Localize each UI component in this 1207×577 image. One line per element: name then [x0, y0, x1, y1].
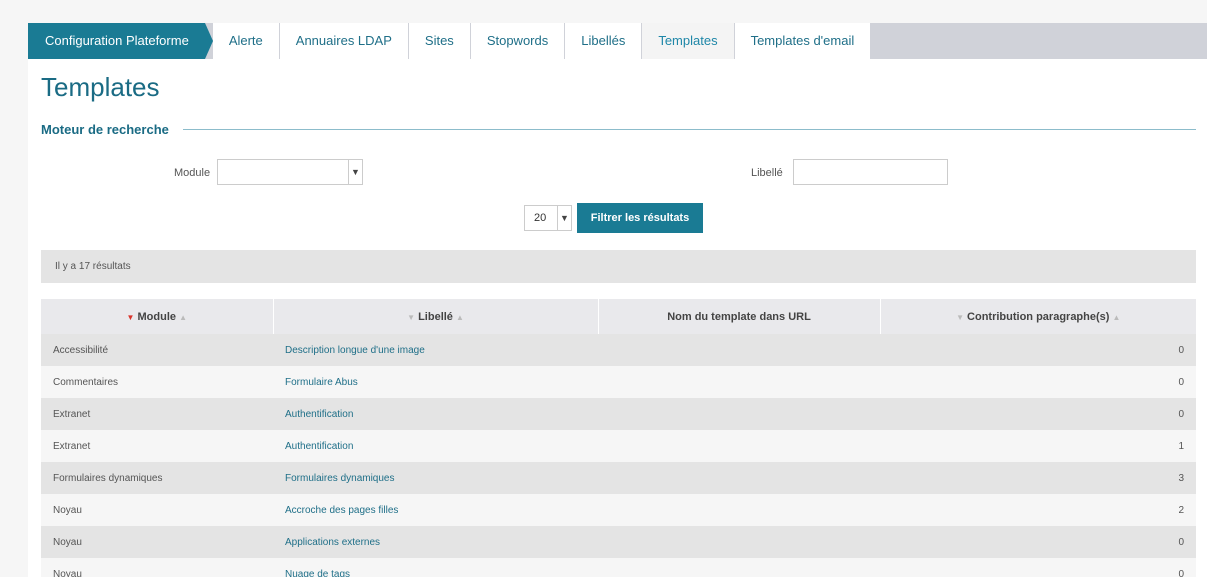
- cell-libelle-link[interactable]: Authentification: [273, 398, 598, 430]
- search-section-header: Moteur de recherche: [41, 120, 1196, 138]
- tab-alerte[interactable]: Alerte: [212, 23, 280, 59]
- column-header-libelle[interactable]: ▼ Libellé ▲: [273, 299, 599, 334]
- chevron-down-icon: ▼: [348, 160, 362, 184]
- tab-annuaires-ldap[interactable]: Annuaires LDAP: [279, 23, 409, 59]
- libelle-input[interactable]: [793, 159, 948, 185]
- tab-templates-email[interactable]: Templates d'email: [734, 23, 872, 59]
- tab-configuration-plateforme[interactable]: Configuration Plateforme: [28, 23, 213, 59]
- cell-module: Commentaires: [41, 366, 273, 398]
- column-header-url: Nom du template dans URL: [598, 299, 881, 334]
- cell-url: [598, 334, 880, 366]
- chevron-down-icon: ▼: [557, 206, 571, 230]
- sort-asc-icon[interactable]: ▲: [456, 313, 464, 322]
- column-header-contribution[interactable]: ▼ Contribution paragraphe(s) ▲: [880, 299, 1196, 334]
- column-header-label: Libellé: [418, 310, 453, 323]
- sort-desc-icon[interactable]: ▼: [956, 313, 964, 322]
- sort-asc-icon[interactable]: ▲: [1113, 313, 1121, 322]
- libelle-label: Libellé: [751, 167, 783, 179]
- module-label: Module: [174, 167, 211, 179]
- cell-url: [598, 494, 880, 526]
- cell-libelle-link[interactable]: Authentification: [273, 430, 598, 462]
- tab-templates[interactable]: Templates: [642, 23, 735, 59]
- cell-contribution: 0: [880, 558, 1196, 577]
- section-title: Moteur de recherche: [41, 121, 169, 137]
- column-header-label: Nom du template dans URL: [667, 310, 811, 323]
- cell-libelle-link[interactable]: Formulaire Abus: [273, 366, 598, 398]
- cell-module: Noyau: [41, 494, 273, 526]
- cell-module: Formulaires dynamiques: [41, 462, 273, 494]
- cell-contribution: 1: [880, 430, 1196, 462]
- table-row: Commentaires Formulaire Abus 0: [41, 366, 1196, 398]
- page-size-value: 20: [534, 212, 547, 224]
- cell-libelle-link[interactable]: Description longue d'une image: [273, 334, 598, 366]
- cell-module: Noyau: [41, 526, 273, 558]
- tab-bar: Configuration Plateforme Alerte Annuaire…: [28, 23, 1207, 59]
- column-header-label: Contribution paragraphe(s): [967, 310, 1110, 323]
- top-margin: [0, 0, 1207, 23]
- tab-stopwords[interactable]: Stopwords: [470, 23, 566, 59]
- cell-url: [598, 398, 880, 430]
- results-table: ▼ Module ▲ ▼ Libellé ▲ Nom du template d…: [41, 299, 1196, 577]
- cell-module: Extranet: [41, 398, 273, 430]
- cell-module: Extranet: [41, 430, 273, 462]
- cell-url: [598, 462, 880, 494]
- module-select[interactable]: ▼: [217, 159, 363, 185]
- sort-desc-icon[interactable]: ▼: [407, 313, 415, 322]
- table-header-row: ▼ Module ▲ ▼ Libellé ▲ Nom du template d…: [41, 299, 1196, 334]
- cell-contribution: 0: [880, 366, 1196, 398]
- cell-libelle-link[interactable]: Applications externes: [273, 526, 598, 558]
- cell-contribution: 3: [880, 462, 1196, 494]
- cell-url: [598, 430, 880, 462]
- tab-libelles[interactable]: Libellés: [565, 23, 643, 59]
- cell-url: [598, 526, 880, 558]
- table-row: Noyau Nuage de tags 0: [41, 558, 1196, 577]
- cell-module: Accessibilité: [41, 334, 273, 366]
- tab-sites[interactable]: Sites: [408, 23, 471, 59]
- table-row: Noyau Accroche des pages filles 2: [41, 494, 1196, 526]
- column-header-label: Module: [137, 310, 177, 323]
- section-divider: [182, 128, 1196, 130]
- table-row: Extranet Authentification 0: [41, 398, 1196, 430]
- cell-contribution: 0: [880, 334, 1196, 366]
- table-row: Formulaires dynamiques Formulaires dynam…: [41, 462, 1196, 494]
- table-row: Extranet Authentification 1: [41, 430, 1196, 462]
- sort-asc-icon[interactable]: ▲: [179, 313, 187, 322]
- cell-libelle-link[interactable]: Formulaires dynamiques: [273, 462, 598, 494]
- cell-contribution: 0: [880, 398, 1196, 430]
- cell-url: [598, 558, 880, 577]
- left-margin: [0, 0, 28, 577]
- table-row: Accessibilité Description longue d'une i…: [41, 334, 1196, 366]
- cell-contribution: 0: [880, 526, 1196, 558]
- column-header-module[interactable]: ▼ Module ▲: [41, 299, 274, 334]
- results-count: Il y a 17 résultats: [55, 261, 131, 272]
- cell-libelle-link[interactable]: Nuage de tags: [273, 558, 598, 577]
- cell-libelle-link[interactable]: Accroche des pages filles: [273, 494, 598, 526]
- cell-module: Noyau: [41, 558, 273, 577]
- table-row: Noyau Applications externes 0: [41, 526, 1196, 558]
- results-count-bar: Il y a 17 résultats: [41, 250, 1196, 283]
- page-title: Templates: [41, 72, 160, 102]
- cell-url: [598, 366, 880, 398]
- cell-contribution: 2: [880, 494, 1196, 526]
- page-size-select[interactable]: 20 ▼: [524, 205, 572, 231]
- filter-button[interactable]: Filtrer les résultats: [577, 203, 703, 233]
- sort-desc-icon[interactable]: ▼: [127, 313, 135, 322]
